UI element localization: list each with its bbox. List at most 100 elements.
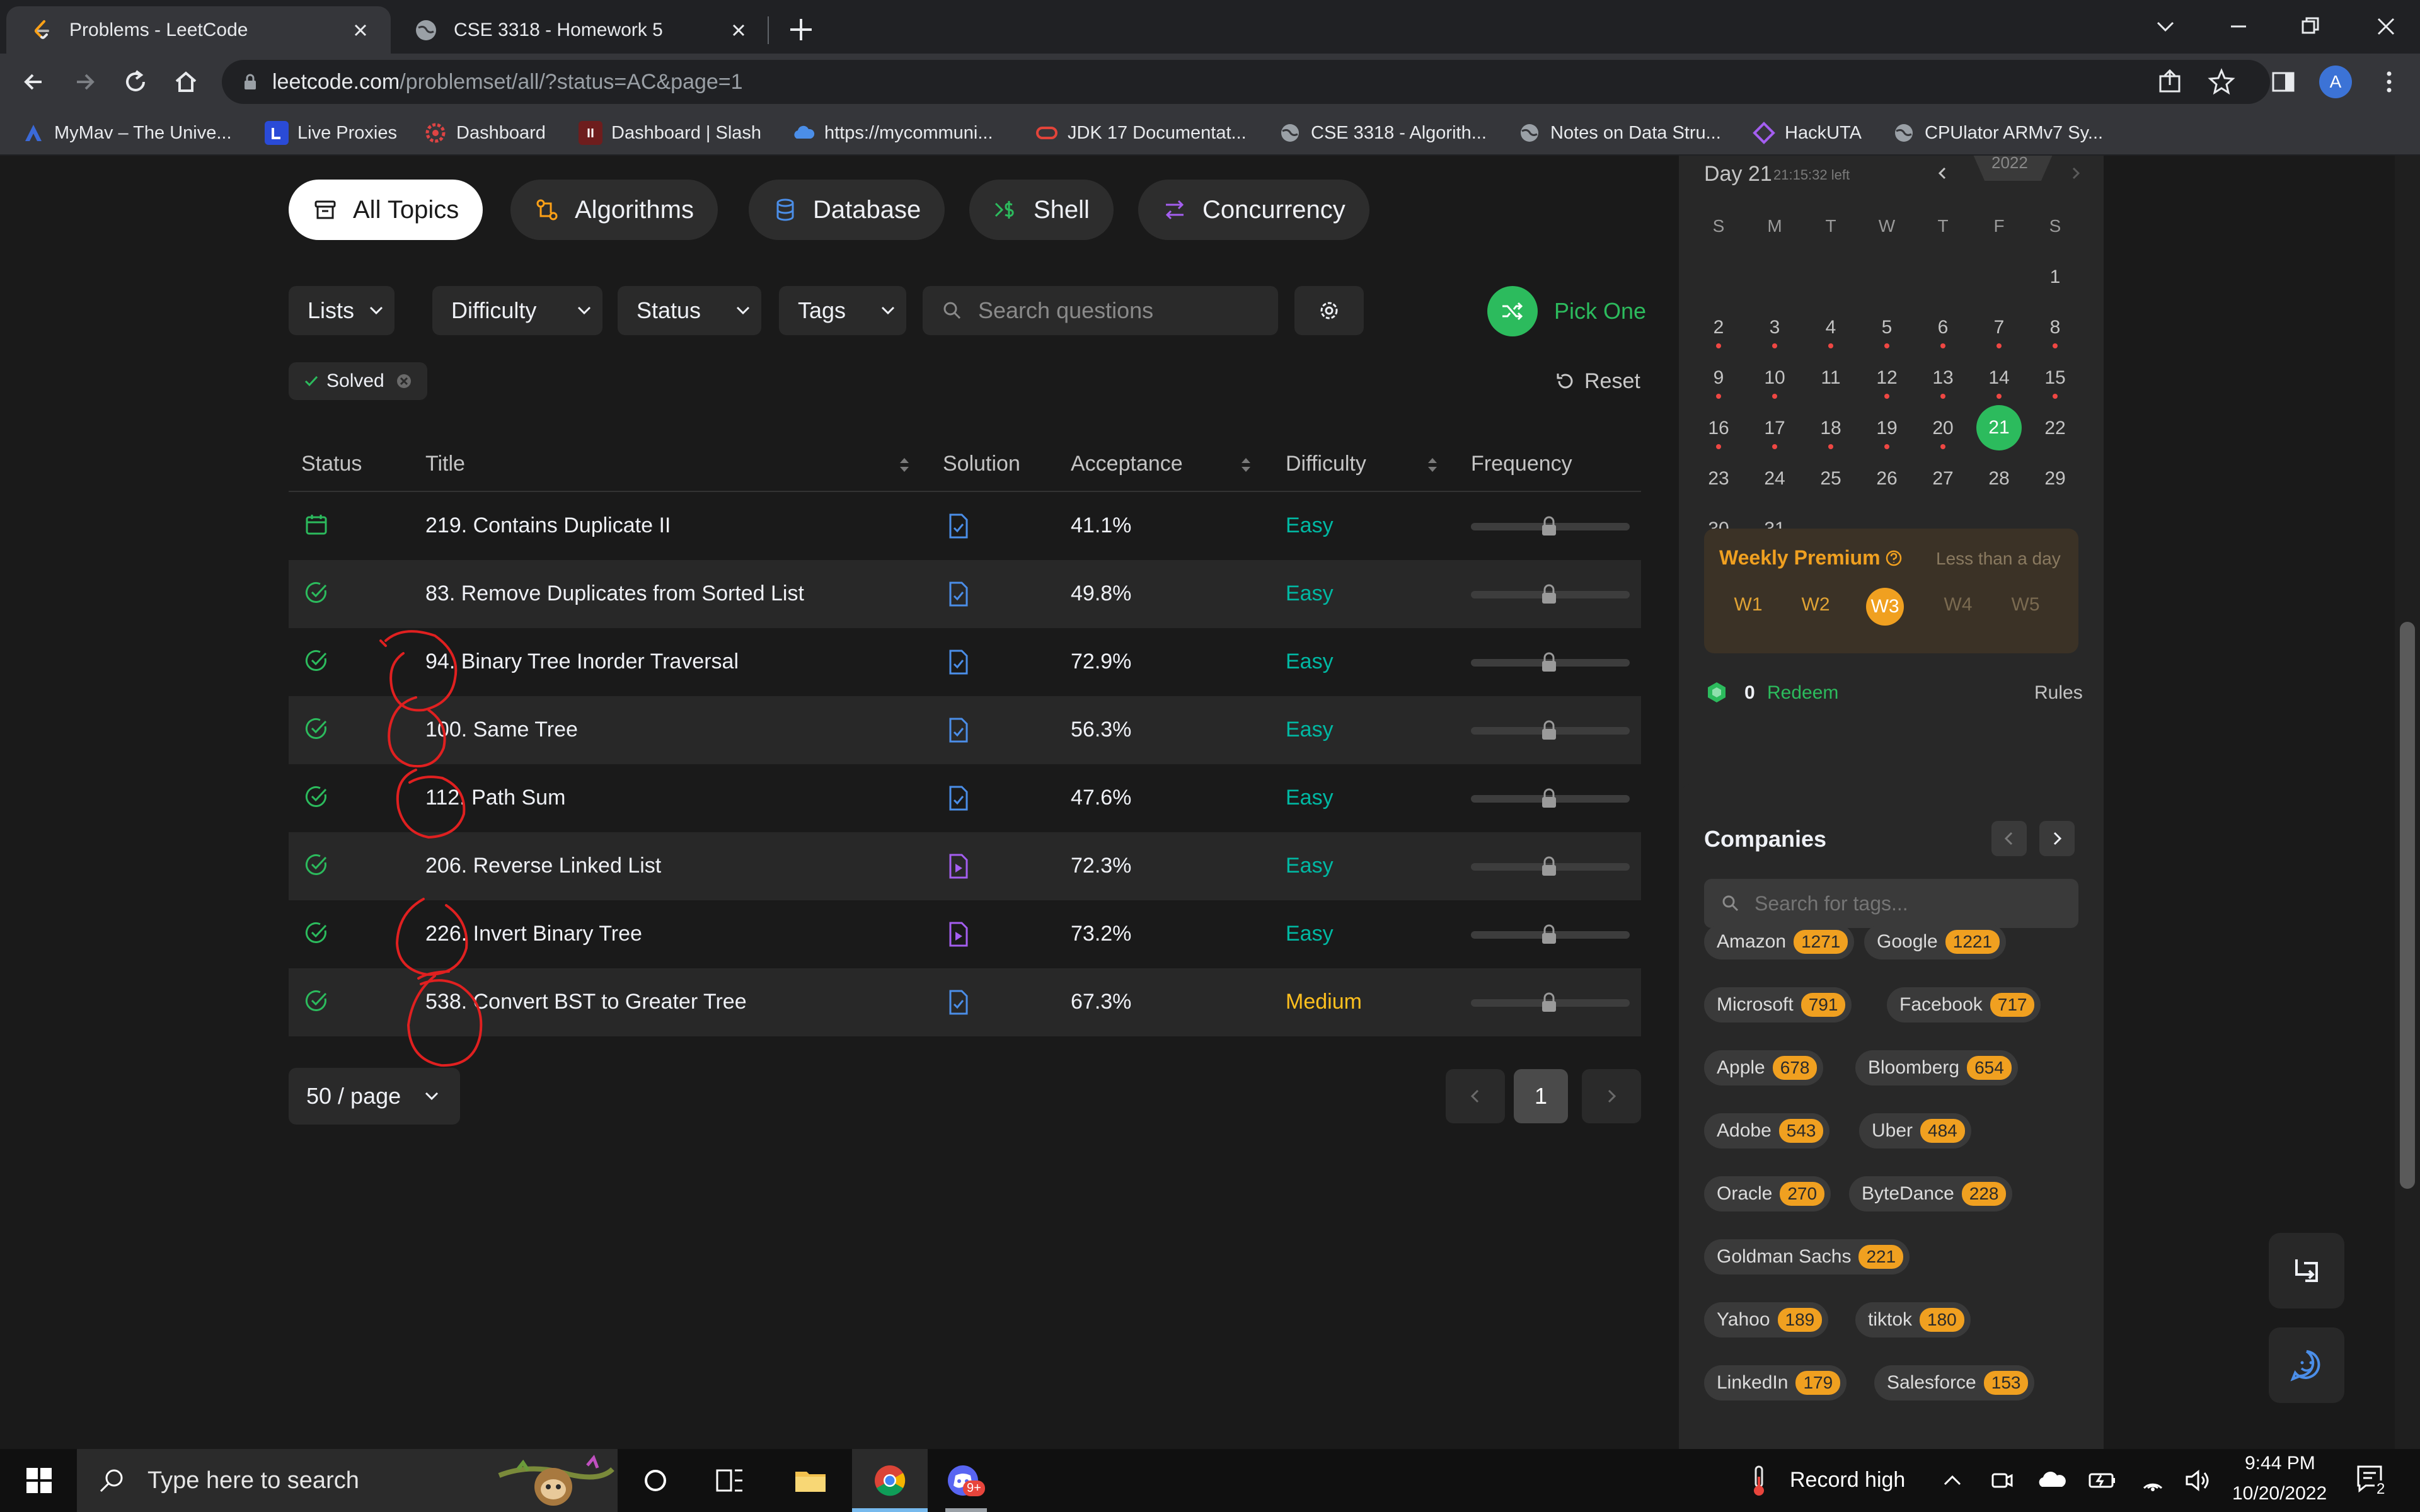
rules-link[interactable]: Rules: [2034, 682, 2083, 704]
calendar-day[interactable]: 1: [2030, 266, 2080, 288]
calendar-day-today[interactable]: 21: [1976, 405, 2022, 450]
solution-doc-icon[interactable]: [945, 648, 971, 676]
topic-database[interactable]: Database: [749, 180, 945, 240]
problem-title-link[interactable]: 83. Remove Duplicates from Sorted List: [425, 581, 804, 606]
calendar-day[interactable]: 7: [1974, 317, 2024, 338]
problem-title-link[interactable]: 206. Reverse Linked List: [425, 854, 661, 878]
calendar-day[interactable]: 25: [1806, 468, 1856, 490]
calendar-day[interactable]: 4: [1806, 317, 1856, 338]
frequency-bar-locked[interactable]: [1471, 651, 1630, 673]
reset-button[interactable]: Reset: [1554, 364, 1640, 399]
tab-cse-3318-homework[interactable]: CSE 3318 - Homework 5: [391, 6, 769, 54]
settings-button[interactable]: [1294, 286, 1364, 335]
company-tag[interactable]: Salesforce 153: [1874, 1365, 2035, 1400]
frequency-bar-locked[interactable]: [1471, 923, 1630, 946]
problem-title-link[interactable]: 94. Binary Tree Inorder Traversal: [425, 650, 739, 674]
calendar-day[interactable]: 11: [1806, 367, 1856, 389]
bookmark-dashboard-slash[interactable]: Dashboard | Slash: [579, 119, 761, 147]
topic-shell[interactable]: Shell: [969, 180, 1114, 240]
chrome-icon[interactable]: [872, 1463, 908, 1498]
calendar-day[interactable]: 8: [2030, 317, 2080, 338]
problem-title-link[interactable]: 112. Path Sum: [425, 786, 565, 810]
difficulty-dropdown[interactable]: Difficulty: [432, 286, 602, 335]
side-panel-icon[interactable]: [2269, 67, 2298, 96]
clock-time[interactable]: 9:44 PM: [2245, 1453, 2315, 1474]
close-tab-icon[interactable]: [349, 19, 372, 42]
bookmark-notes-data-structures[interactable]: Notes on Data Stru...: [1518, 119, 1721, 147]
frequency-bar-locked[interactable]: [1471, 719, 1630, 742]
calendar-day[interactable]: 6: [1918, 317, 1968, 338]
tags-dropdown[interactable]: Tags: [779, 286, 906, 335]
per-page-dropdown[interactable]: 50 / page: [289, 1068, 460, 1125]
calendar-day[interactable]: 23: [1693, 468, 1744, 490]
calendar-day[interactable]: 17: [1749, 418, 1800, 439]
remove-chip-icon[interactable]: [395, 372, 413, 391]
week-w5[interactable]: W5: [2000, 594, 2051, 616]
next-month-icon[interactable]: [2065, 162, 2087, 185]
company-tag-search-input[interactable]: [1754, 891, 2057, 915]
task-view-icon[interactable]: [712, 1463, 747, 1498]
bookmark-jdk17[interactable]: JDK 17 Documentat...: [1035, 119, 1247, 147]
windows-start-icon[interactable]: [21, 1463, 57, 1498]
lists-dropdown[interactable]: Lists: [289, 286, 395, 335]
bookmark-live-proxies[interactable]: Live Proxies: [265, 119, 397, 147]
week-w1[interactable]: W1: [1723, 594, 1773, 616]
bookmark-cse3318[interactable]: CSE 3318 - Algorith...: [1278, 119, 1487, 147]
week-w4[interactable]: W4: [1933, 594, 1983, 616]
solution-doc-icon[interactable]: [945, 580, 971, 608]
solved-filter-chip[interactable]: Solved: [289, 362, 427, 400]
company-tag[interactable]: Facebook 717: [1887, 987, 2041, 1022]
notifications-button[interactable]: 2: [2352, 1460, 2396, 1504]
prev-month-icon[interactable]: [1931, 162, 1954, 185]
company-tag[interactable]: tiktok 180: [1855, 1302, 1971, 1337]
company-tag[interactable]: Apple 678: [1704, 1050, 1824, 1085]
calendar-day[interactable]: 29: [2030, 468, 2080, 490]
next-page-button[interactable]: [1582, 1069, 1641, 1123]
frequency-bar-locked[interactable]: [1471, 991, 1630, 1014]
company-tag[interactable]: Goldman Sachs 221: [1704, 1239, 1910, 1274]
bookmark-cpulator[interactable]: CPUlator ARMv7 Sy...: [1892, 119, 2103, 147]
calendar-day[interactable]: 14: [1974, 367, 2024, 389]
frequency-bar-locked[interactable]: [1471, 787, 1630, 810]
sort-icon[interactable]: [1239, 454, 1253, 476]
share-icon[interactable]: [2155, 67, 2184, 96]
company-tag[interactable]: Amazon 1271: [1704, 924, 1855, 959]
company-tag[interactable]: Oracle 270: [1704, 1176, 1831, 1211]
close-window-icon[interactable]: [2372, 13, 2400, 40]
companies-next-button[interactable]: [2039, 821, 2075, 856]
sort-icon[interactable]: [1426, 454, 1439, 476]
battery-charging-icon[interactable]: [2085, 1463, 2120, 1498]
calendar-day[interactable]: 26: [1862, 468, 1912, 490]
frequency-bar-locked[interactable]: [1471, 515, 1630, 537]
scrollbar-thumb[interactable]: [2400, 622, 2415, 1189]
problem-title-link[interactable]: 538. Convert BST to Greater Tree: [425, 990, 747, 1014]
pick-one-button[interactable]: Pick One: [1487, 286, 1646, 336]
calendar-day[interactable]: 2: [1693, 317, 1744, 338]
problem-title-link[interactable]: 226. Invert Binary Tree: [425, 922, 642, 946]
problem-title-link[interactable]: 100. Same Tree: [425, 718, 578, 742]
column-header-title[interactable]: Title: [425, 452, 465, 476]
calendar-day[interactable]: 10: [1749, 367, 1800, 389]
redeem-link[interactable]: Redeem: [1767, 682, 1838, 704]
sort-icon[interactable]: [897, 454, 911, 476]
prev-page-button[interactable]: [1446, 1069, 1505, 1123]
company-tag[interactable]: ByteDance 228: [1849, 1176, 2013, 1211]
reload-icon[interactable]: [121, 67, 150, 96]
wifi-icon[interactable]: [2135, 1463, 2170, 1498]
help-icon[interactable]: [1884, 549, 1903, 568]
topic-concurrency[interactable]: Concurrency: [1138, 180, 1369, 240]
taskbar-search-box[interactable]: Type here to search: [77, 1449, 618, 1512]
discord-taskbar-button[interactable]: 9+: [945, 1463, 987, 1501]
calendar-day[interactable]: 12: [1862, 367, 1912, 389]
new-tab-icon[interactable]: [785, 14, 817, 45]
solution-video-icon[interactable]: [945, 852, 971, 880]
company-tag-search-box[interactable]: [1704, 879, 2078, 928]
file-explorer-icon[interactable]: [793, 1463, 828, 1498]
bookmark-star-icon[interactable]: [2207, 67, 2236, 96]
solution-doc-icon[interactable]: [945, 512, 971, 540]
search-questions-box[interactable]: [923, 286, 1278, 335]
solution-doc-icon[interactable]: [945, 784, 971, 812]
switch-layout-button[interactable]: [2269, 1233, 2344, 1309]
calendar-day[interactable]: 27: [1918, 468, 1968, 490]
bookmark-mymav[interactable]: MyMav – The Unive...: [21, 119, 232, 147]
